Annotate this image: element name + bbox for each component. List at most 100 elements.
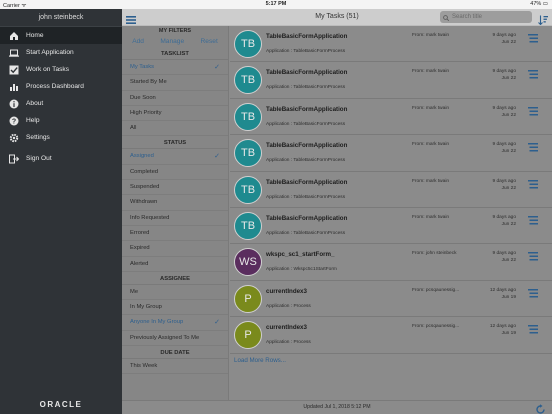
task-title: TableBasicFormApplication — [266, 105, 348, 113]
filter-in-my-group[interactable]: In My Group — [122, 300, 228, 316]
application-label: Application : — [266, 340, 293, 346]
filter-all[interactable]: All — [122, 121, 228, 137]
sidebar-item-label: Start Application — [26, 49, 74, 56]
user-name: john steinbeck — [0, 9, 122, 27]
last-updated-text: Updated Jul 1, 2018 5:12 PM — [303, 404, 371, 410]
add-filter-button[interactable]: Add — [132, 36, 144, 47]
application-name: TableBasicFormProcess — [293, 230, 346, 236]
sidebar-item-home[interactable]: Home — [0, 27, 122, 44]
filter-my-tasks[interactable]: My Tasks ✓ — [122, 60, 228, 76]
application-label: Application : — [266, 194, 293, 200]
filter-high-priority[interactable]: High Priority — [122, 106, 228, 122]
sidebar-item-label: Process Dashboard — [26, 83, 84, 90]
task-avatar: TB — [234, 139, 262, 168]
task-row[interactable]: TB TableBasicFormApplication Application :… — [230, 135, 552, 172]
task-list: TB TableBasicFormApplication Application :… — [230, 26, 552, 400]
sidebar-item-help[interactable]: ? Help — [0, 112, 122, 129]
sidebar-item-sign-out[interactable]: Sign Out — [0, 150, 122, 167]
task-actions-icon[interactable] — [528, 67, 538, 79]
task-row[interactable]: PcurrentIndex3 Application : Process From:… — [230, 281, 552, 318]
task-application: Application : TableBasicFormProcess — [266, 49, 345, 54]
sidebar-item-settings[interactable]: Settings — [0, 129, 122, 146]
task-age: 9 days ago — [492, 69, 516, 75]
filter-suspended[interactable]: Suspended — [122, 180, 228, 196]
clock: 5:17 PM — [265, 1, 287, 7]
filter-label: Due Soon — [130, 94, 156, 101]
task-actions-icon[interactable] — [528, 104, 538, 116]
filter-label: Started By Me — [130, 79, 167, 86]
task-from: From: john steinbeck — [412, 251, 457, 257]
task-row[interactable]: PcurrentIndex3 Application : Process From:… — [230, 317, 552, 354]
task-age: 9 days ago — [492, 142, 516, 148]
task-actions-icon[interactable] — [528, 140, 538, 152]
status-bar: Carrier ᯤ 5:17 PM 47% ▭ — [0, 0, 552, 9]
search-placeholder: Search title — [452, 14, 483, 20]
task-row[interactable]: TB TableBasicFormApplication Application :… — [230, 62, 552, 99]
task-row[interactable]: WS wkspc_sc1_startForm_ Application : Wksp… — [230, 244, 552, 281]
filter-errored[interactable]: Errored — [122, 226, 228, 242]
task-application: Application : Wkspc5c1StartForm — [266, 267, 337, 272]
tasklist-section-title: TASKLIST — [122, 47, 228, 60]
filter-label: Withdrawn — [130, 199, 158, 206]
filter-started-by-me[interactable]: Started By Me — [122, 75, 228, 91]
filter-label: Suspended — [130, 184, 160, 191]
filter-anyone-in-my-group[interactable]: Anyone In My Group ✓ — [122, 315, 228, 331]
reset-filters-button[interactable]: Reset — [201, 36, 218, 47]
task-row[interactable]: TB TableBasicFormApplication Application :… — [230, 26, 552, 63]
task-actions-icon[interactable] — [528, 31, 538, 43]
application-name: TableBasicFormProcess — [293, 158, 346, 164]
application-name: Process — [293, 303, 311, 309]
task-actions-icon[interactable] — [528, 213, 538, 225]
search-input[interactable]: Search title — [440, 11, 532, 23]
filter-completed[interactable]: Completed — [122, 165, 228, 181]
sort-filter-icon[interactable] — [538, 12, 548, 26]
application-label: Application : — [266, 158, 293, 164]
filter-assigned[interactable]: Assigned ✓ — [122, 149, 228, 165]
task-avatar: TB — [234, 175, 262, 204]
sidebar-item-work-on-tasks[interactable]: Work on Tasks — [0, 61, 122, 78]
task-actions-icon[interactable] — [528, 249, 538, 261]
filter-label: Anyone In My Group — [130, 319, 184, 326]
gear-icon — [9, 133, 19, 143]
sidebar-item-process-dashboard[interactable]: Process Dashboard — [0, 78, 122, 95]
sidebar-item-start-application[interactable]: Start Application — [0, 44, 122, 61]
filter-label: Alerted — [130, 260, 149, 267]
sidebar-item-about[interactable]: About — [0, 95, 122, 112]
filter-expired[interactable]: Expired — [122, 241, 228, 257]
filter-due-soon[interactable]: Due Soon — [122, 91, 228, 106]
checkmark-icon: ✓ — [214, 319, 220, 327]
sidebar-item-label: Settings — [26, 134, 50, 141]
task-row[interactable]: TB TableBasicFormApplication Application :… — [230, 172, 552, 208]
help-icon: ? — [9, 116, 19, 126]
load-more-link[interactable]: Load More Rows... — [230, 354, 552, 368]
refresh-icon[interactable] — [535, 402, 546, 414]
filter-info-requested[interactable]: Info Requested — [122, 211, 228, 226]
oracle-logo: ORACLE — [39, 400, 83, 409]
task-actions-icon[interactable] — [528, 322, 538, 334]
filter-alerted[interactable]: Alerted — [122, 257, 228, 272]
filter-this-week[interactable]: This Week — [122, 359, 228, 375]
task-row[interactable]: TB TableBasicFormApplication Application :… — [230, 208, 552, 245]
application-name: Wkspc5c1StartForm — [293, 267, 337, 273]
checkbox-icon — [9, 65, 19, 75]
filter-label: This Week — [130, 363, 158, 370]
task-avatar: TB — [234, 102, 262, 131]
task-date: Jun 22 — [501, 185, 516, 191]
filter-withdrawn[interactable]: Withdrawn — [122, 195, 228, 211]
info-icon — [9, 99, 19, 109]
manage-filters-button[interactable]: Manage — [160, 36, 184, 47]
task-actions-icon[interactable] — [528, 177, 538, 189]
task-age: 12 days ago — [489, 287, 516, 293]
sidebar-item-label: Work on Tasks — [26, 66, 69, 73]
task-from: From: mark twain — [412, 105, 450, 111]
filter-actions: Add Manage Reset — [122, 36, 228, 47]
filter-me[interactable]: Me — [122, 285, 228, 301]
task-avatar: TB — [234, 66, 262, 95]
filter-label: Me — [130, 288, 139, 295]
application-label: Application : — [266, 85, 293, 91]
battery-indicator: 47% ▭ — [530, 1, 548, 7]
task-title: currentIndex3 — [266, 324, 307, 332]
task-actions-icon[interactable] — [528, 286, 538, 298]
filter-previously-assigned[interactable]: Previously Assigned To Me — [122, 331, 228, 347]
task-row[interactable]: TB TableBasicFormApplication Application :… — [230, 99, 552, 136]
